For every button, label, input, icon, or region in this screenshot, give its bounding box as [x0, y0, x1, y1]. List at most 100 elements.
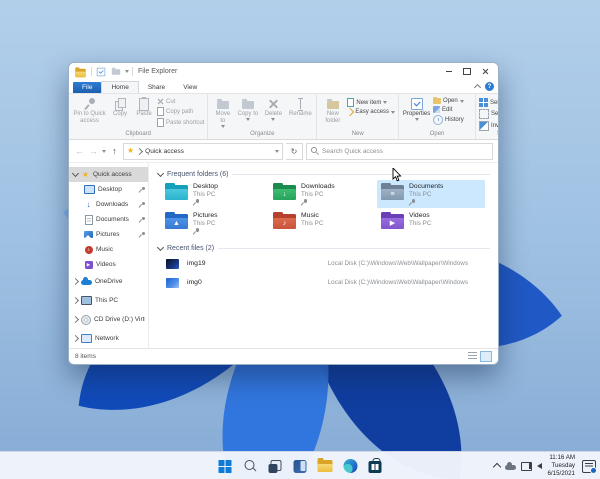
- maximize-button[interactable]: [458, 63, 476, 80]
- titlebar[interactable]: File Explorer: [69, 63, 498, 80]
- clock[interactable]: 11:16 AM Tuesday 6/15/2021: [547, 454, 575, 478]
- sidebar-item-videos[interactable]: ▶ Videos: [69, 257, 148, 272]
- chevron-right-icon[interactable]: [71, 277, 80, 286]
- qat-customize-caret[interactable]: [125, 70, 129, 73]
- section-frequent-folders[interactable]: Frequent folders (6): [156, 169, 490, 178]
- recent-file-row[interactable]: img0 Local Disk (C:)\Windows\Web\Wallpap…: [156, 273, 498, 292]
- refresh-button[interactable]: ↻: [286, 142, 303, 160]
- task-view-button[interactable]: [267, 458, 284, 475]
- properties-button[interactable]: Properties: [402, 96, 431, 122]
- folder-tile-pictures[interactable]: ▲ Pictures This PC: [161, 209, 269, 237]
- recent-locations-caret[interactable]: [102, 149, 106, 153]
- clock-date: 6/15/2021: [547, 470, 575, 478]
- music-icon: ♪: [84, 245, 93, 254]
- large-icons-view-icon[interactable]: [480, 351, 492, 362]
- search-input[interactable]: [322, 147, 488, 155]
- recent-file-row[interactable]: img19 Local Disk (C:)\Windows\Web\Wallpa…: [156, 254, 498, 273]
- rename-button[interactable]: Rename: [287, 96, 313, 119]
- qat-properties-icon[interactable]: [96, 67, 106, 76]
- select-all-button[interactable]: Select all: [479, 98, 498, 107]
- section-recent-files[interactable]: Recent files (2): [156, 243, 490, 252]
- search-box[interactable]: [306, 142, 493, 160]
- cut-button[interactable]: Cut: [157, 98, 204, 105]
- network-icon: [81, 334, 92, 343]
- pin-to-quick-access-button[interactable]: Pin to Quick access: [72, 96, 107, 126]
- forward-button[interactable]: →: [88, 146, 99, 156]
- ribbon-group-organize: Move to Copy to Delete Rename Organize: [208, 94, 318, 139]
- paste-button[interactable]: Paste: [133, 96, 155, 119]
- folder-tile-desktop[interactable]: Desktop This PC: [161, 180, 269, 208]
- copy-path-icon: [157, 107, 164, 116]
- tab-home[interactable]: Home: [101, 81, 139, 93]
- file-explorer-taskbar-button[interactable]: [317, 458, 334, 475]
- edge-taskbar-button[interactable]: [342, 458, 359, 475]
- sidebar-item-desktop[interactable]: Desktop: [69, 182, 148, 197]
- store-taskbar-button[interactable]: [367, 458, 384, 475]
- folder-tile-music[interactable]: ♪ Music This PC: [269, 209, 377, 237]
- open-button[interactable]: Open: [433, 96, 464, 104]
- sidebar-item-cd-drive[interactable]: CD Drive (D:) Virtual: [69, 310, 148, 329]
- invert-selection-button[interactable]: Invert selection: [479, 121, 498, 131]
- onedrive-icon: [81, 277, 92, 285]
- folder-tile-videos[interactable]: ▶ Videos This PC: [377, 209, 485, 237]
- sidebar-item-onedrive[interactable]: OneDrive: [69, 272, 148, 291]
- volume-tray-icon[interactable]: [529, 463, 543, 469]
- copy-path-button[interactable]: Copy path: [157, 107, 204, 116]
- close-button[interactable]: [476, 63, 494, 80]
- copy-to-button[interactable]: Copy to: [236, 96, 259, 122]
- sidebar-item-label: Pictures: [96, 231, 120, 238]
- collapse-chevron-icon[interactable]: [156, 169, 165, 178]
- sidebar-item-downloads[interactable]: ↓ Downloads: [69, 197, 148, 212]
- up-button[interactable]: ↑: [109, 146, 120, 156]
- minimize-button[interactable]: [440, 63, 458, 80]
- copy-button[interactable]: Copy: [109, 96, 131, 119]
- chevron-down-icon[interactable]: [71, 169, 80, 178]
- search-button[interactable]: [242, 458, 259, 475]
- onedrive-tray-icon[interactable]: [505, 461, 517, 470]
- downloads-icon: ↓: [86, 199, 91, 209]
- history-button[interactable]: History: [433, 115, 464, 125]
- sidebar-item-label: This PC: [95, 297, 119, 304]
- sidebar-item-documents[interactable]: Documents: [69, 212, 148, 227]
- sidebar-item-pictures[interactable]: Pictures: [69, 227, 148, 242]
- show-hidden-icons-chevron[interactable]: [493, 462, 502, 472]
- address-dropdown-caret[interactable]: [275, 149, 279, 153]
- start-button[interactable]: [217, 458, 234, 475]
- sidebar-item-quick-access[interactable]: ★ Quick access: [69, 167, 148, 182]
- chevron-right-icon[interactable]: [71, 296, 80, 305]
- ribbon-group-new: New folder New item Easy access New: [317, 94, 400, 139]
- file-explorer-icon: [75, 66, 86, 77]
- ribbon-collapse-icon[interactable]: [473, 83, 482, 92]
- chevron-right-icon[interactable]: [71, 315, 80, 324]
- paste-shortcut-button[interactable]: Paste shortcut: [157, 118, 204, 127]
- tab-file[interactable]: File: [73, 82, 102, 93]
- music-folder-icon: ♪: [273, 212, 296, 229]
- breadcrumb-label[interactable]: Quick access: [145, 148, 272, 155]
- chevron-right-icon[interactable]: [71, 334, 80, 343]
- select-none-button[interactable]: Select none: [479, 109, 498, 119]
- navigation-pane: ★ Quick access Desktop ↓ Downloads Docum…: [69, 163, 149, 348]
- sidebar-item-this-pc[interactable]: This PC: [69, 291, 148, 310]
- new-folder-button[interactable]: New folder: [320, 96, 345, 126]
- details-view-icon[interactable]: [468, 352, 477, 360]
- qat-new-folder-icon[interactable]: [111, 67, 121, 75]
- widgets-button[interactable]: [292, 458, 309, 475]
- new-item-button[interactable]: New item: [347, 98, 395, 107]
- tab-view[interactable]: View: [174, 82, 206, 93]
- move-to-button[interactable]: Move to: [211, 96, 234, 129]
- edit-button[interactable]: Edit: [433, 106, 464, 113]
- easy-access-button[interactable]: Easy access: [346, 107, 396, 117]
- notification-center-icon[interactable]: [582, 459, 597, 474]
- sidebar-item-music[interactable]: ♪ Music: [69, 242, 148, 257]
- microsoft-store-icon: [368, 458, 382, 473]
- sidebar-item-network[interactable]: Network: [69, 329, 148, 348]
- tab-share[interactable]: Share: [139, 82, 174, 93]
- folder-tile-downloads[interactable]: ↓ Downloads This PC: [269, 180, 377, 208]
- breadcrumb[interactable]: ★ Quick access: [123, 142, 283, 160]
- back-button[interactable]: ←: [74, 146, 85, 156]
- clock-time: 11:16 AM: [549, 453, 575, 461]
- folder-tile-documents[interactable]: ≡ Documents This PC: [377, 180, 485, 208]
- delete-button[interactable]: Delete: [261, 96, 285, 122]
- help-icon[interactable]: ?: [485, 82, 494, 91]
- collapse-chevron-icon[interactable]: [156, 243, 165, 252]
